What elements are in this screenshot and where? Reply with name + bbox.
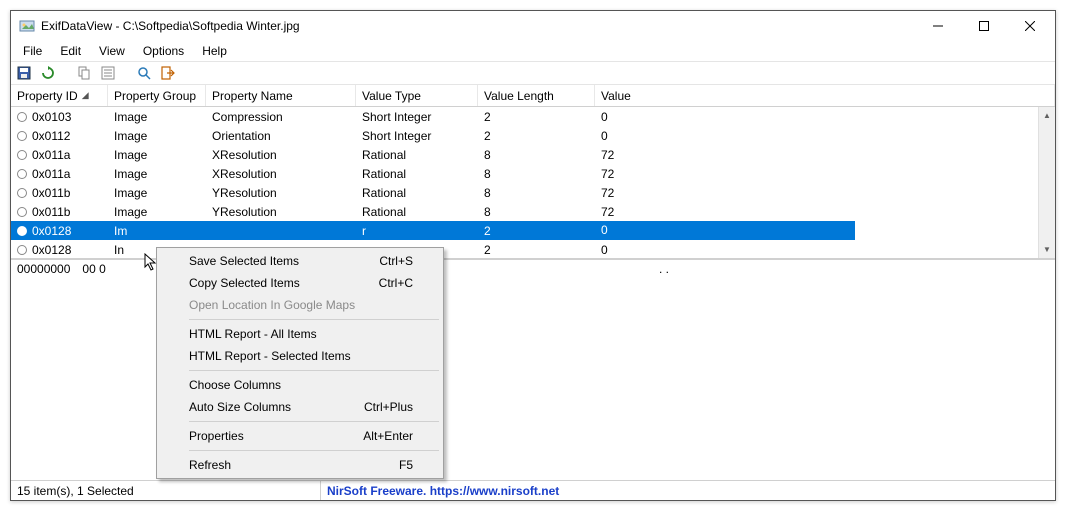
context-item[interactable]: Choose Columns: [159, 374, 441, 396]
scroll-down-icon[interactable]: ▼: [1039, 241, 1055, 258]
toolbar: [11, 61, 1055, 85]
properties-icon[interactable]: [99, 64, 117, 82]
row-bullet-icon: [17, 112, 27, 122]
context-menu: Save Selected ItemsCtrl+SCopy Selected I…: [156, 247, 444, 479]
find-icon[interactable]: [135, 64, 153, 82]
col-property-group[interactable]: Property Group: [108, 85, 206, 106]
exit-icon[interactable]: [159, 64, 177, 82]
list-header: Property ID◢ Property Group Property Nam…: [11, 85, 1055, 107]
save-icon[interactable]: [15, 64, 33, 82]
col-property-name[interactable]: Property Name: [206, 85, 356, 106]
table-row[interactable]: 0x011bImageYResolutionRational872: [11, 202, 1055, 221]
context-item[interactable]: Auto Size ColumnsCtrl+Plus: [159, 396, 441, 418]
hex-ascii: . .: [659, 262, 669, 478]
table-row[interactable]: 0x011aImageXResolutionRational872: [11, 145, 1055, 164]
status-count: 15 item(s), 1 Selected: [11, 481, 321, 500]
hex-offset: 00000000: [17, 262, 70, 478]
context-separator: [189, 319, 439, 320]
context-item[interactable]: HTML Report - All Items: [159, 323, 441, 345]
menu-help[interactable]: Help: [194, 43, 235, 59]
menu-file[interactable]: File: [15, 43, 50, 59]
col-value-type[interactable]: Value Type: [356, 85, 478, 106]
app-icon: [19, 18, 35, 34]
context-separator: [189, 370, 439, 371]
col-property-id[interactable]: Property ID◢: [11, 85, 108, 106]
row-bullet-icon: [17, 150, 27, 160]
context-item: Open Location In Google Maps: [159, 294, 441, 316]
list-body: 0x0103ImageCompressionShort Integer200x0…: [11, 107, 1055, 259]
table-row[interactable]: 0x0128Imr20: [11, 221, 1055, 240]
row-bullet-icon: [17, 245, 27, 255]
app-window: ExifDataView - C:\Softpedia\Softpedia Wi…: [10, 10, 1056, 501]
context-item[interactable]: Copy Selected ItemsCtrl+C: [159, 272, 441, 294]
menu-view[interactable]: View: [91, 43, 133, 59]
table-row[interactable]: 0x0103ImageCompressionShort Integer20: [11, 107, 1055, 126]
context-item[interactable]: RefreshF5: [159, 454, 441, 476]
col-value-length[interactable]: Value Length: [478, 85, 595, 106]
sort-asc-icon: ◢: [82, 90, 89, 101]
menu-options[interactable]: Options: [135, 43, 192, 59]
status-link[interactable]: https://www.nirsoft.net: [430, 484, 560, 498]
window-title: ExifDataView - C:\Softpedia\Softpedia Wi…: [41, 19, 915, 33]
statusbar: 15 item(s), 1 Selected NirSoft Freeware.…: [11, 480, 1055, 500]
menubar: File Edit View Options Help: [11, 41, 1055, 61]
table-row[interactable]: 0x011bImageYResolutionRational872: [11, 183, 1055, 202]
scroll-up-icon[interactable]: ▲: [1039, 107, 1055, 124]
row-bullet-icon: [17, 169, 27, 179]
hex-bytes: 00 0: [82, 262, 105, 478]
row-bullet-icon: [17, 131, 27, 141]
context-item[interactable]: PropertiesAlt+Enter: [159, 425, 441, 447]
table-row[interactable]: 0x011aImageXResolutionRational872: [11, 164, 1055, 183]
status-link-cell: NirSoft Freeware. https://www.nirsoft.ne…: [321, 481, 1055, 500]
minimize-button[interactable]: [915, 11, 961, 41]
status-prefix: NirSoft Freeware.: [327, 484, 430, 498]
context-separator: [189, 450, 439, 451]
context-item[interactable]: Save Selected ItemsCtrl+S: [159, 250, 441, 272]
table-row[interactable]: 0x0112ImageOrientationShort Integer20: [11, 126, 1055, 145]
context-item[interactable]: HTML Report - Selected Items: [159, 345, 441, 367]
row-bullet-icon: [17, 188, 27, 198]
context-separator: [189, 421, 439, 422]
close-button[interactable]: [1007, 11, 1053, 41]
copy-icon[interactable]: [75, 64, 93, 82]
refresh-icon[interactable]: [39, 64, 57, 82]
maximize-button[interactable]: [961, 11, 1007, 41]
vertical-scrollbar[interactable]: ▲ ▼: [1038, 107, 1055, 258]
col-value[interactable]: Value: [595, 85, 1055, 106]
titlebar: ExifDataView - C:\Softpedia\Softpedia Wi…: [11, 11, 1055, 41]
row-bullet-icon: [17, 207, 27, 217]
row-bullet-icon: [17, 226, 27, 236]
menu-edit[interactable]: Edit: [52, 43, 89, 59]
